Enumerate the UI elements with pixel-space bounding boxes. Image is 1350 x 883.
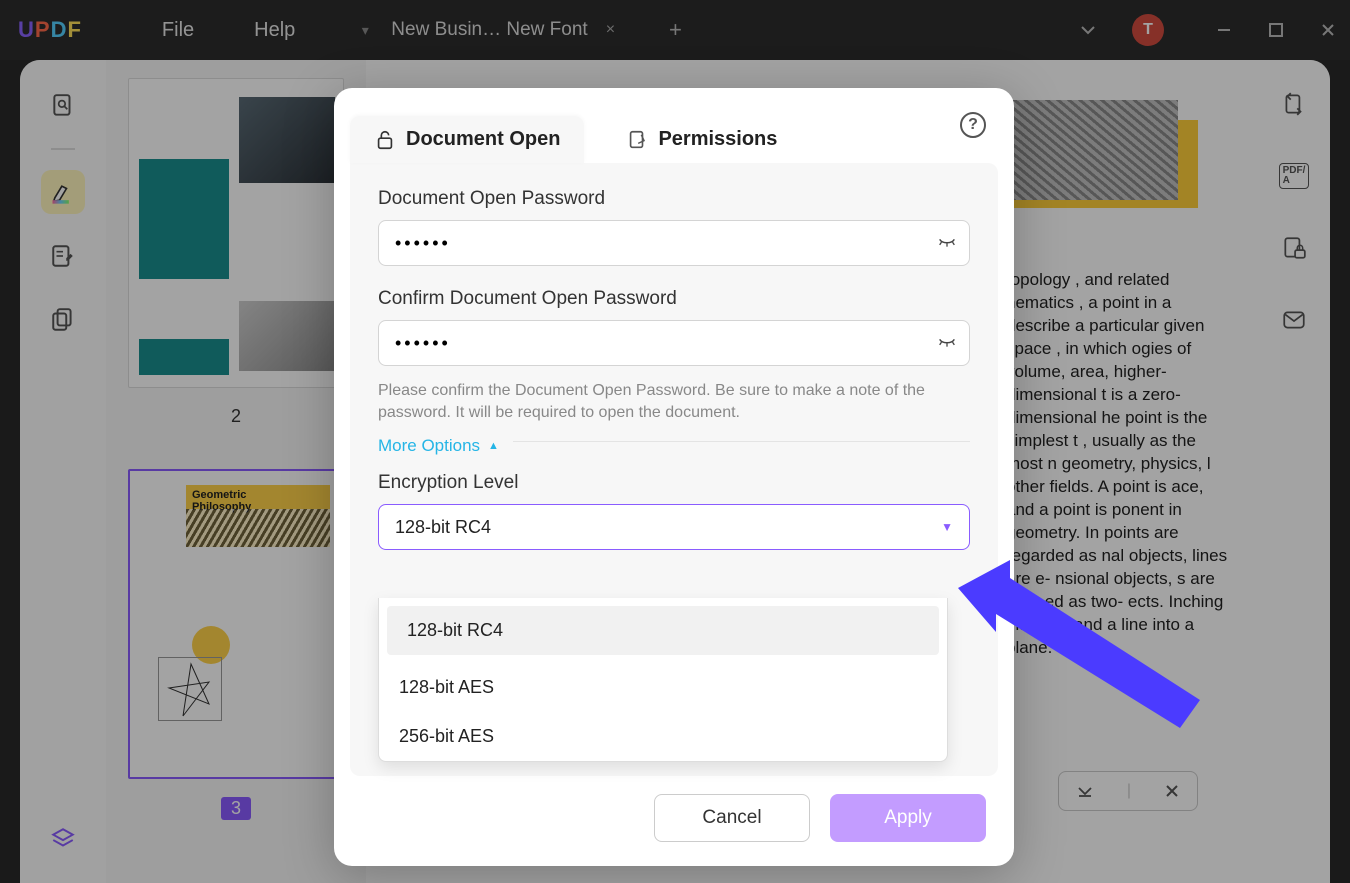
apply-button[interactable]: Apply <box>830 794 986 842</box>
thumb-heading: Geometric <box>192 489 246 501</box>
encryption-level-label: Encryption Level <box>378 472 970 494</box>
select-value: 128-bit RC4 <box>395 517 491 538</box>
cancel-button[interactable]: Cancel <box>654 794 810 842</box>
layers-icon[interactable] <box>41 817 85 861</box>
tab-label: Permissions <box>658 128 777 151</box>
more-options-label: More Options <box>378 436 480 456</box>
password-label: Document Open Password <box>378 188 970 210</box>
more-options-toggle[interactable]: More Options ▲ <box>378 436 499 456</box>
find-toolbar[interactable]: | <box>1058 771 1198 811</box>
chevron-up-icon: ▲ <box>488 440 499 452</box>
encryption-dropdown: 128-bit RC4 128-bit AES 256-bit AES <box>378 598 948 762</box>
window-controls: T <box>1078 0 1340 60</box>
thumbnail-label-current: 3 <box>221 797 251 820</box>
modal-tabs: ? Document Open Permissions <box>334 88 1014 163</box>
dropdown-option[interactable]: 256-bit AES <box>379 712 947 761</box>
modal-footer: Cancel Apply <box>334 776 1014 866</box>
thumb-box <box>158 657 222 721</box>
tab-permissions[interactable]: Permissions <box>602 116 801 163</box>
encryption-level-select[interactable]: 128-bit RC4 ▼ <box>378 504 970 550</box>
confirm-password-input[interactable] <box>378 320 970 366</box>
menu-help[interactable]: Help <box>254 19 295 42</box>
password-helper-text: Please confirm the Document Open Passwor… <box>378 380 970 424</box>
rotate-page-icon[interactable] <box>1272 82 1316 126</box>
down-arrow-icon[interactable] <box>1076 782 1094 800</box>
pdfa-icon[interactable]: PDF/A <box>1272 154 1316 198</box>
edit-page-icon[interactable] <box>41 234 85 278</box>
tab-close-icon[interactable]: × <box>606 21 615 39</box>
mail-icon[interactable] <box>1272 298 1316 342</box>
divider: | <box>1127 782 1131 800</box>
tab-document-open[interactable]: Document Open <box>350 116 584 163</box>
chevron-down-icon: ▼ <box>941 520 953 534</box>
window-dropdown-icon[interactable] <box>1078 20 1098 40</box>
password-modal: ? Document Open Permissions Document Ope… <box>334 88 1014 866</box>
reveal-password-icon[interactable] <box>936 232 958 254</box>
copy-pages-icon[interactable] <box>41 298 85 342</box>
thumb-teal-card <box>139 159 229 279</box>
search-page-icon[interactable] <box>41 84 85 128</box>
app-logo: UPDF <box>18 17 82 43</box>
dropdown-option[interactable]: 128-bit AES <box>379 663 947 712</box>
thumb-image <box>239 301 335 371</box>
dropdown-option[interactable]: 128-bit RC4 <box>387 606 939 655</box>
tab-dropdown-icon[interactable]: ▾ <box>351 17 379 43</box>
thumbnail-label: 2 <box>231 406 241 427</box>
doc-body-text: topology , and related hematics , a poin… <box>1006 268 1236 659</box>
minimize-icon[interactable] <box>1212 18 1236 42</box>
add-tab-button[interactable]: + <box>669 17 682 43</box>
thumbnail-page-2[interactable] <box>128 78 344 388</box>
document-tab[interactable]: ▾ New Busin… New Font × <box>337 9 629 51</box>
help-icon[interactable]: ? <box>960 112 986 138</box>
right-sidebar: PDF/A <box>1258 60 1330 883</box>
logo-letter: P <box>35 17 51 42</box>
thumb-image <box>239 97 335 183</box>
user-avatar[interactable]: T <box>1132 14 1164 46</box>
tab-label: Document Open <box>406 128 560 151</box>
logo-letter: F <box>67 17 81 42</box>
confirm-password-label: Confirm Document Open Password <box>378 288 970 310</box>
title-bar: UPDF File Help ▾ New Busin… New Font × +… <box>0 0 1350 60</box>
logo-letter: D <box>51 17 68 42</box>
thumbnail-page-3[interactable]: Geometric Philosophy <box>128 469 344 779</box>
thumbnail-panel: 2 Geometric Philosophy 3 <box>106 60 366 883</box>
reveal-confirm-icon[interactable] <box>936 332 958 354</box>
password-input[interactable] <box>378 220 970 266</box>
lock-page-icon[interactable] <box>1272 226 1316 270</box>
close-icon[interactable] <box>1164 783 1180 799</box>
maximize-icon[interactable] <box>1264 18 1288 42</box>
menu-file[interactable]: File <box>162 19 194 42</box>
thumb-pattern <box>186 509 330 547</box>
thumb-teal-card <box>139 339 229 375</box>
divider <box>51 148 75 150</box>
divider <box>513 441 970 442</box>
highlighter-tool-icon[interactable] <box>41 170 85 214</box>
left-sidebar <box>20 60 106 883</box>
tab-title: New Busin… New Font <box>391 19 587 41</box>
logo-letter: U <box>18 17 35 42</box>
close-window-icon[interactable] <box>1316 18 1340 42</box>
